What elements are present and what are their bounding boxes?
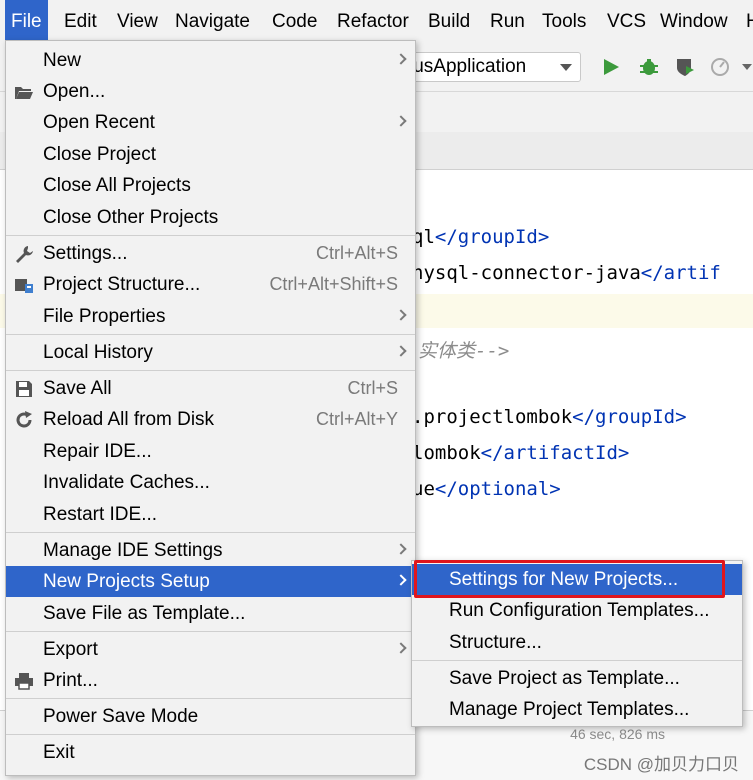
- menu-item-reload-all[interactable]: Reload All from Disk Ctrl+Alt+Y: [6, 404, 415, 435]
- code-line: lombok</artifactId>: [412, 442, 630, 464]
- profiler-icon[interactable]: [710, 56, 732, 78]
- menu-item-new[interactable]: New: [6, 45, 415, 76]
- menu-view[interactable]: View: [117, 0, 158, 44]
- submenu-item-run-configuration-templates[interactable]: Run Configuration Templates...: [412, 595, 742, 626]
- menu-item-new-projects-setup[interactable]: New Projects Setup: [6, 566, 415, 597]
- menu-item-settings[interactable]: Settings... Ctrl+Alt+S: [6, 238, 415, 269]
- menu-separator: [412, 660, 742, 661]
- menu-separator: [6, 235, 415, 236]
- chevron-right-icon: [395, 642, 407, 654]
- menu-item-invalidate-caches[interactable]: Invalidate Caches...: [6, 467, 415, 498]
- code-line: ue</optional>: [412, 478, 561, 500]
- chevron-right-icon: [395, 115, 407, 127]
- code-comment: 实体类-->: [418, 340, 510, 362]
- chevron-down-icon: [560, 64, 572, 71]
- code-line: .projectlombok</groupId>: [412, 406, 687, 428]
- menu-item-print[interactable]: Print...: [6, 665, 415, 696]
- menu-item-local-history[interactable]: Local History: [6, 337, 415, 368]
- menu-item-file-properties[interactable]: File Properties: [6, 301, 415, 332]
- menu-item-restart-ide[interactable]: Restart IDE...: [6, 499, 415, 530]
- menu-separator: [6, 698, 415, 699]
- chevron-down-icon[interactable]: [738, 56, 753, 78]
- chevron-right-icon: [395, 574, 407, 586]
- menu-item-open-recent[interactable]: Open Recent: [6, 107, 415, 138]
- menu-navigate[interactable]: Navigate: [175, 0, 250, 44]
- menu-item-export[interactable]: Export: [6, 634, 415, 665]
- menu-separator: [6, 631, 415, 632]
- menu-item-save-all[interactable]: Save All Ctrl+S: [6, 373, 415, 404]
- menu-item-open[interactable]: Open...: [6, 76, 415, 107]
- build-timing: 46 sec, 826 ms: [570, 726, 665, 742]
- menu-item-close-all-projects[interactable]: Close All Projects: [6, 170, 415, 201]
- menu-bar: File Edit View Navigate Code Refactor Bu…: [0, 0, 753, 44]
- menu-separator: [6, 734, 415, 735]
- chevron-right-icon: [395, 345, 407, 357]
- menu-item-exit[interactable]: Exit: [6, 737, 415, 768]
- print-icon: [15, 673, 33, 690]
- file-menu: New Open... Open Recent Close Project Cl…: [5, 40, 416, 776]
- menu-item-project-structure[interactable]: Project Structure... Ctrl+Alt+Shift+S: [6, 269, 415, 300]
- folder-open-icon: [15, 87, 33, 99]
- menu-item-close-project[interactable]: Close Project: [6, 139, 415, 170]
- menu-window[interactable]: Window: [660, 0, 728, 44]
- menu-refactor[interactable]: Refactor: [337, 0, 409, 44]
- menu-separator: [6, 370, 415, 371]
- submenu-item-manage-project-templates[interactable]: Manage Project Templates...: [412, 694, 742, 725]
- menu-item-repair-ide[interactable]: Repair IDE...: [6, 436, 415, 467]
- wrench-icon: [16, 246, 33, 263]
- reload-icon: [16, 411, 32, 428]
- menu-item-close-other-projects[interactable]: Close Other Projects: [6, 202, 415, 233]
- menu-separator: [6, 532, 415, 533]
- chevron-right-icon: [395, 309, 407, 321]
- menu-tools[interactable]: Tools: [542, 0, 586, 44]
- code-line: nysql-connector-java</artif: [412, 262, 721, 284]
- chevron-right-icon: [395, 543, 407, 555]
- menu-help[interactable]: H: [746, 0, 753, 44]
- save-icon: [16, 381, 32, 397]
- submenu-item-structure[interactable]: Structure...: [412, 627, 742, 658]
- highlight-annotation-box: [414, 560, 725, 598]
- coverage-icon[interactable]: [674, 56, 696, 78]
- chevron-right-icon: [395, 53, 407, 65]
- code-line: ql</groupId>: [412, 226, 550, 248]
- project-structure-icon: [15, 279, 33, 293]
- run-config-label: lusApplication: [409, 56, 527, 77]
- debug-icon[interactable]: [638, 56, 660, 78]
- menu-vcs[interactable]: VCS: [607, 0, 646, 44]
- menu-build[interactable]: Build: [428, 0, 470, 44]
- menu-file[interactable]: File: [5, 0, 48, 44]
- menu-code[interactable]: Code: [272, 0, 317, 44]
- submenu-item-save-project-as-template[interactable]: Save Project as Template...: [412, 663, 742, 694]
- menu-item-save-file-as-template[interactable]: Save File as Template...: [6, 598, 415, 629]
- watermark: CSDN @加贝力口贝: [583, 755, 739, 774]
- menu-item-manage-ide-settings[interactable]: Manage IDE Settings: [6, 535, 415, 566]
- menu-run[interactable]: Run: [490, 0, 525, 44]
- run-icon[interactable]: [600, 56, 622, 78]
- menu-edit[interactable]: Edit: [64, 0, 97, 44]
- run-config-dropdown[interactable]: lusApplication: [396, 52, 581, 82]
- menu-item-power-save-mode[interactable]: Power Save Mode: [6, 701, 415, 732]
- menu-separator: [6, 334, 415, 335]
